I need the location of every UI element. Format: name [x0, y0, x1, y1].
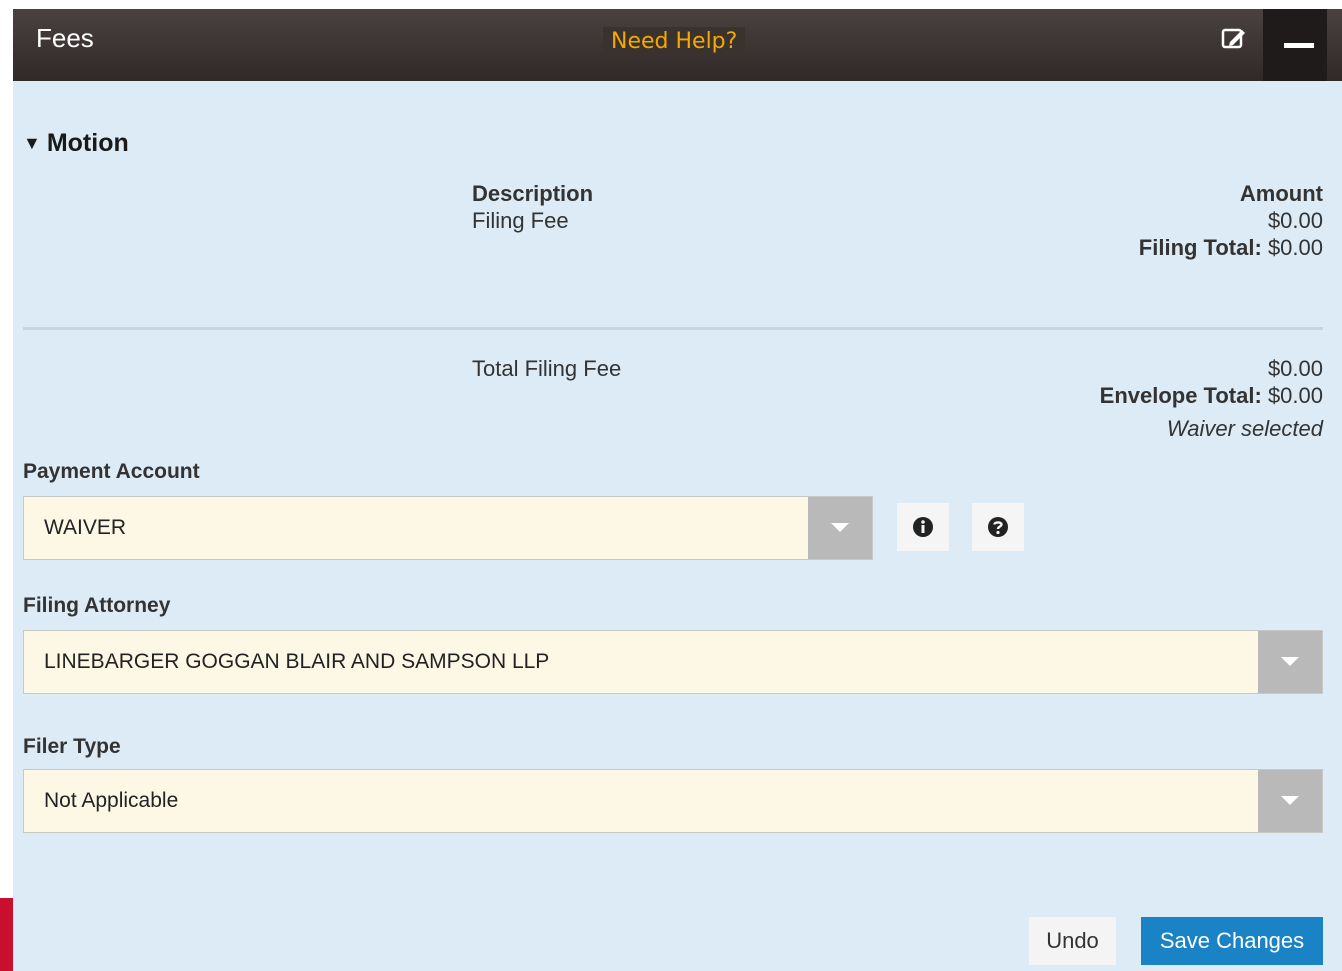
caret-down-icon: ▼	[23, 133, 41, 153]
chevron-down-icon[interactable]	[1258, 631, 1322, 693]
filer-type-select[interactable]: Not Applicable	[23, 769, 1323, 833]
filing-attorney-value: LINEBARGER GOGGAN BLAIR AND SAMPSON LLP	[44, 650, 550, 673]
filer-type-value: Not Applicable	[44, 789, 179, 812]
divider	[23, 327, 1323, 330]
minimize-button[interactable]	[1263, 9, 1327, 81]
help-button[interactable]	[972, 503, 1024, 551]
envelope-total-label: Envelope Total:	[1099, 383, 1262, 408]
filing-attorney-select[interactable]: LINEBARGER GOGGAN BLAIR AND SAMPSON LLP	[23, 630, 1323, 694]
chevron-down-icon[interactable]	[808, 497, 872, 559]
envelope-total: Envelope Total: $0.00	[1100, 383, 1323, 409]
section-motion-toggle[interactable]: ▼ Motion	[23, 129, 129, 158]
fees-panel: Fees Need Help? ▼ Motion Description Amou…	[13, 9, 1342, 971]
minimize-icon	[1284, 43, 1314, 48]
panel-header: Fees Need Help?	[13, 9, 1342, 81]
section-title: Motion	[46, 129, 129, 157]
undo-button[interactable]: Undo	[1029, 917, 1116, 965]
help-icon	[988, 517, 1008, 537]
fee-item-description: Filing Fee	[472, 208, 569, 233]
payment-account-label: Payment Account	[23, 460, 200, 483]
panel-title: Fees	[36, 23, 94, 53]
filer-type-label: Filer Type	[23, 735, 121, 758]
filing-attorney-label: Filing Attorney	[23, 594, 171, 617]
waiver-note: Waiver selected	[1166, 416, 1323, 441]
total-filing-fee-value: $0.00	[1267, 356, 1323, 381]
fee-item-amount: $0.00	[1267, 208, 1323, 233]
left-accent-bar	[0, 898, 13, 971]
envelope-total-value: $0.00	[1267, 383, 1323, 408]
total-filing-fee-label: Total Filing Fee	[472, 356, 622, 381]
filing-total-label: Filing Total:	[1138, 235, 1262, 260]
payment-account-value: WAIVER	[44, 516, 127, 539]
description-header: Description	[472, 181, 594, 206]
info-button[interactable]	[897, 503, 949, 551]
filing-total: Filing Total: $0.00	[1139, 235, 1323, 261]
chevron-down-icon[interactable]	[1258, 770, 1322, 832]
edit-icon[interactable]	[1213, 21, 1257, 59]
save-changes-button[interactable]: Save Changes	[1141, 917, 1323, 965]
info-icon	[913, 517, 933, 537]
need-help-link[interactable]: Need Help?	[603, 27, 746, 57]
filing-total-value: $0.00	[1267, 235, 1323, 260]
amount-header: Amount	[1239, 181, 1323, 206]
payment-account-select[interactable]: WAIVER	[23, 496, 873, 560]
